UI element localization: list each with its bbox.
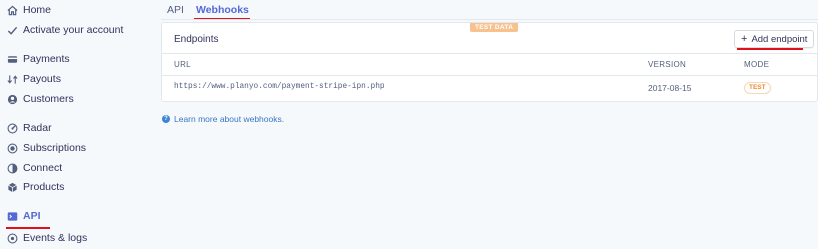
mode-badge: TEST <box>744 82 771 94</box>
connect-icon <box>6 162 18 174</box>
sidebar-item-payouts[interactable]: Payouts <box>6 70 61 88</box>
sidebar-item-subscriptions[interactable]: Subscriptions <box>6 139 86 157</box>
sidebar-item-label: Payments <box>23 53 70 65</box>
sidebar-item-customers[interactable]: Customers <box>6 90 74 108</box>
home-icon <box>6 4 18 16</box>
column-header-mode: MODE <box>744 60 770 69</box>
test-data-badge: TEST DATA <box>470 23 519 32</box>
plus-icon: + <box>741 33 748 45</box>
sidebar-item-activate-account[interactable]: Activate your account <box>6 21 123 39</box>
sidebar-item-connect[interactable]: Connect <box>6 159 62 177</box>
events-icon <box>6 232 18 244</box>
sidebar-item-events-logs[interactable]: Events & logs <box>6 229 87 247</box>
sidebar-item-label: Connect <box>23 162 63 174</box>
sidebar-item-label: Products <box>23 181 65 193</box>
tab-divider <box>161 19 818 20</box>
sidebar-item-label: Home <box>23 4 52 16</box>
sidebar: Home Activate your account Payments Payo… <box>0 0 150 249</box>
tab-api[interactable]: API <box>167 4 184 16</box>
sidebar-item-payments[interactable]: Payments <box>6 50 70 68</box>
payments-icon <box>6 53 18 65</box>
sidebar-item-label: API <box>23 210 41 222</box>
payouts-icon <box>6 73 18 85</box>
card-title: Endpoints <box>174 34 219 45</box>
table-header-divider <box>162 75 817 76</box>
api-icon <box>6 210 18 222</box>
column-header-url: URL <box>174 60 191 69</box>
sidebar-item-label: Events & logs <box>23 232 88 244</box>
learn-more-link[interactable]: ? Learn more about webhooks. <box>162 114 284 124</box>
tab-webhooks[interactable]: Webhooks <box>196 4 249 16</box>
sidebar-item-radar[interactable]: Radar <box>6 119 52 137</box>
sidebar-item-products[interactable]: Products <box>6 178 64 196</box>
check-icon <box>6 24 18 36</box>
endpoint-version: 2017-08-15 <box>648 83 692 93</box>
endpoint-url[interactable]: https://www.planyo.com/payment-stripe-ip… <box>174 83 385 91</box>
sidebar-item-label: Subscriptions <box>23 142 87 154</box>
help-icon: ? <box>162 115 170 123</box>
add-endpoint-annotation-underline <box>737 48 803 50</box>
customers-icon <box>6 93 18 105</box>
sidebar-item-label: Activate your account <box>23 24 124 36</box>
sidebar-item-label: Customers <box>23 93 74 105</box>
endpoints-card: TEST DATA Endpoints + Add endpoint URL V… <box>161 22 818 102</box>
sidebar-item-label: Radar <box>23 122 52 134</box>
sidebar-item-api[interactable]: API <box>6 207 41 225</box>
card-divider <box>162 53 817 54</box>
column-header-version: VERSION <box>648 60 687 69</box>
sidebar-item-label: Payouts <box>23 73 61 85</box>
radar-icon <box>6 122 18 134</box>
add-endpoint-button[interactable]: + Add endpoint <box>734 30 815 48</box>
sidebar-item-home[interactable]: Home <box>6 1 51 19</box>
subscriptions-icon <box>6 142 18 154</box>
add-endpoint-label: Add endpoint <box>751 33 808 45</box>
learn-more-label: Learn more about webhooks. <box>174 114 285 124</box>
products-icon <box>6 181 18 193</box>
